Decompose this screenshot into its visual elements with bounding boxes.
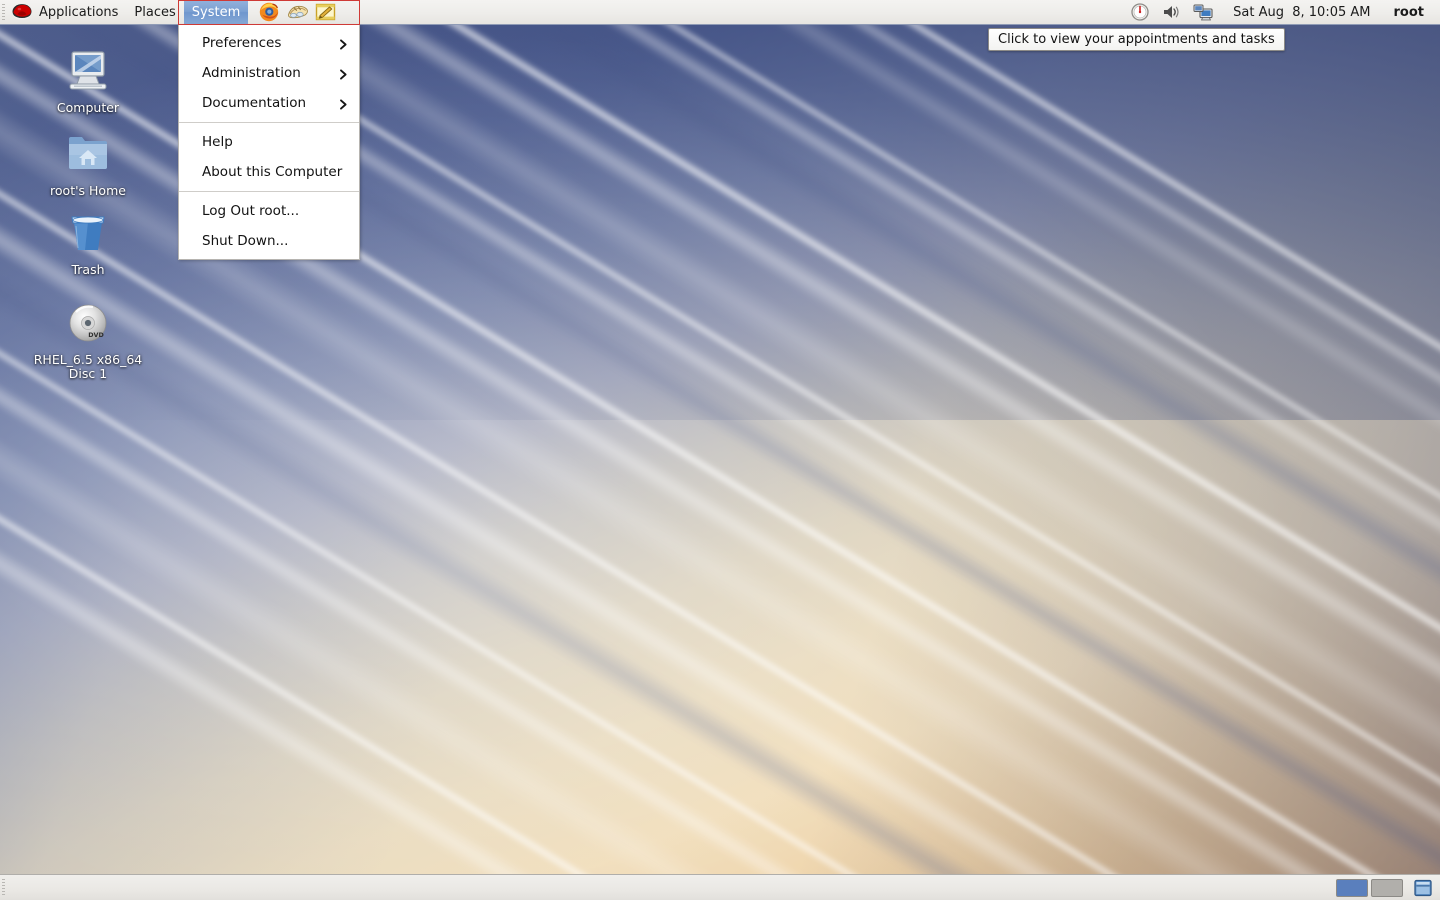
- launcher-text-editor[interactable]: [314, 1, 338, 23]
- menu-separator: [179, 122, 359, 123]
- panel-spacer: [338, 0, 1130, 24]
- clock-applet[interactable]: Sat Aug 8, 10:05 AM: [1223, 5, 1384, 20]
- menu-places-label: Places: [134, 4, 176, 20]
- launcher-firefox[interactable]: [258, 1, 282, 23]
- menu-item-label: Help: [202, 134, 233, 150]
- menu-applications-label: Applications: [39, 4, 119, 20]
- desktop-icon-dvd[interactable]: DVD RHEL_6.5 x86_64 Disc 1: [33, 297, 143, 381]
- menu-item-label: Preferences: [202, 35, 282, 51]
- top-panel: Applications Places System Sat Aug 8, 10…: [0, 0, 1440, 25]
- menu-item-label: Administration: [202, 65, 301, 81]
- menu-item-shut-down[interactable]: Shut Down...: [179, 226, 359, 256]
- workspace-1[interactable]: [1336, 878, 1368, 897]
- bottom-panel-grip-handle[interactable]: [0, 875, 7, 900]
- window-list[interactable]: [7, 875, 1331, 900]
- computer-icon: [62, 45, 114, 97]
- desktop-screen: Computer root's Home Trash DVD RHEL_6.5 …: [0, 0, 1440, 900]
- menu-item-label: Log Out root...: [202, 203, 300, 219]
- panel-launchers: [248, 0, 338, 24]
- trash-icon: [62, 207, 114, 259]
- clock-tooltip: Click to view your appointments and task…: [988, 28, 1285, 51]
- show-desktop-icon[interactable]: [1412, 878, 1434, 898]
- redhat-shadowman-logo: [11, 2, 33, 22]
- panel-grip-handle[interactable]: [0, 0, 7, 24]
- launcher-evolution[interactable]: [286, 1, 310, 23]
- svg-text:DVD: DVD: [88, 331, 104, 339]
- desktop-icon-computer[interactable]: Computer: [33, 45, 143, 115]
- user-switcher-applet[interactable]: root: [1394, 5, 1435, 20]
- dvd-disc-icon: DVD: [62, 297, 114, 349]
- chevron-right-icon: [338, 38, 349, 50]
- power-gauge-icon[interactable]: [1130, 2, 1152, 22]
- home-folder-icon: [62, 128, 114, 180]
- desktop-icon-label: root's Home: [50, 183, 126, 198]
- notification-area: Sat Aug 8, 10:05 AM root: [1130, 0, 1440, 24]
- menu-item-about-this-computer[interactable]: About this Computer: [179, 157, 359, 187]
- desktop-icon-trash[interactable]: Trash: [33, 207, 143, 277]
- workspace-switcher[interactable]: [1331, 878, 1408, 898]
- menu-item-log-out[interactable]: Log Out root...: [179, 196, 359, 226]
- desktop-icon-label: Trash: [71, 262, 105, 277]
- system-menu-dropdown: Preferences Administration Documentation: [178, 25, 360, 260]
- workspace-2[interactable]: [1371, 878, 1403, 897]
- menu-system-label: System: [191, 4, 241, 20]
- menu-item-help[interactable]: Help: [179, 127, 359, 157]
- chevron-right-icon: [338, 68, 349, 80]
- network-monitor-icon[interactable]: [1192, 2, 1214, 22]
- menu-item-documentation[interactable]: Documentation: [179, 88, 359, 118]
- menu-applications[interactable]: Applications: [7, 0, 126, 24]
- menu-item-label: Documentation: [202, 95, 307, 111]
- menu-system[interactable]: System: [183, 0, 249, 24]
- speaker-icon[interactable]: [1161, 2, 1183, 22]
- menu-separator: [179, 191, 359, 192]
- gnome-menu-bar: Applications Places System: [7, 0, 249, 24]
- bottom-panel: [0, 874, 1440, 900]
- menu-item-preferences[interactable]: Preferences: [179, 28, 359, 58]
- menu-item-label: About this Computer: [202, 164, 343, 180]
- menu-places[interactable]: Places: [126, 0, 183, 24]
- desktop-icon-label: RHEL_6.5 x86_64 Disc 1: [33, 352, 143, 381]
- chevron-right-icon: [338, 98, 349, 110]
- menu-item-administration[interactable]: Administration: [179, 58, 359, 88]
- desktop-icon-home[interactable]: root's Home: [33, 128, 143, 198]
- desktop-icon-label: Computer: [56, 100, 120, 115]
- menu-item-label: Shut Down...: [202, 233, 289, 249]
